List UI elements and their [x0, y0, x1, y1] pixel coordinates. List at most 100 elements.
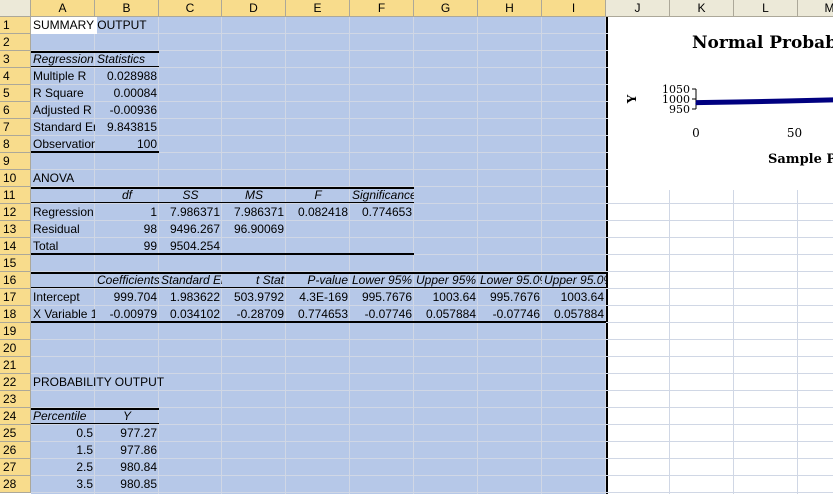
column-header-i[interactable]: I [542, 0, 606, 17]
anova-row-label[interactable]: Regression [31, 204, 95, 221]
table-border [31, 287, 606, 288]
column-header-j[interactable]: J [606, 0, 670, 17]
coef-cell[interactable]: 1003.64 [414, 289, 478, 306]
stat-label[interactable]: R Square [31, 85, 95, 102]
coef-cell[interactable]: 1003.64 [542, 289, 606, 306]
coef-cell[interactable]: 503.9792 [222, 289, 286, 306]
column-header-b[interactable]: B [95, 0, 159, 17]
row-header-2[interactable]: 2 [0, 34, 31, 51]
x-tick-label: 0 [692, 126, 700, 140]
column-gridline [349, 17, 350, 494]
stat-label[interactable]: Multiple R [31, 68, 95, 85]
column-gridline [285, 17, 286, 494]
anova-title[interactable]: ANOVA [31, 170, 95, 187]
stat-label[interactable]: Adjusted R Square [31, 102, 95, 119]
column-header-f[interactable]: F [350, 0, 414, 17]
anova-cell[interactable]: 7.986371 [159, 204, 222, 221]
coef-cell[interactable]: 1.983622 [159, 289, 222, 306]
anova-cell[interactable]: 9496.267 [159, 221, 222, 238]
row-header-16[interactable]: 16 [0, 272, 31, 289]
anova-cell[interactable]: 0.082418 [286, 204, 350, 221]
table-border [31, 51, 159, 53]
spreadsheet[interactable]: SUMMARY OUTPUT Regression Statistics Multi… [0, 0, 833, 494]
anova-cell[interactable]: 7.986371 [222, 204, 286, 221]
stat-value[interactable]: 0.00084 [95, 85, 159, 102]
table-border [31, 66, 159, 67]
percentile-value[interactable]: 1.5 [31, 442, 95, 459]
row-header-7[interactable]: 7 [0, 119, 31, 136]
table-border [31, 202, 414, 203]
anova-cell[interactable]: 0.774653 [350, 204, 414, 221]
column-gridline [605, 17, 606, 494]
y-value[interactable]: 980.85 [95, 476, 159, 493]
column-gridline [221, 17, 222, 494]
row-header-25[interactable]: 25 [0, 425, 31, 442]
row-header-18[interactable]: 18 [0, 306, 31, 323]
table-border [31, 423, 159, 424]
percentile-value[interactable]: 0.5 [31, 425, 95, 442]
row-header-11[interactable]: 11 [0, 187, 31, 204]
y-tick-label: 950 [669, 103, 690, 116]
percentile-value[interactable]: 3.5 [31, 476, 95, 493]
anova-cell[interactable]: 1 [95, 204, 159, 221]
stat-label[interactable]: Standard Error [31, 119, 95, 136]
x-tick-label: 50 [787, 126, 802, 140]
y-value[interactable]: 977.86 [95, 442, 159, 459]
percentile-value[interactable]: 2.5 [31, 459, 95, 476]
normal-probability-chart[interactable]: Normal Probability Plot Sample Percentil… [608, 17, 833, 190]
row-header-5[interactable]: 5 [0, 85, 31, 102]
y-value[interactable]: 977.27 [95, 425, 159, 442]
row-header-22[interactable]: 22 [0, 374, 31, 391]
row-header-24[interactable]: 24 [0, 408, 31, 425]
column-header-g[interactable]: G [414, 0, 478, 17]
row-header-28[interactable]: 28 [0, 476, 31, 493]
column-gridline [477, 17, 478, 494]
column-header-h[interactable]: H [478, 0, 542, 17]
row-header-14[interactable]: 14 [0, 238, 31, 255]
anova-cell[interactable]: 96.90069 [222, 221, 286, 238]
coef-cell[interactable]: 999.704 [95, 289, 159, 306]
column-gridline [541, 17, 542, 494]
anova-cell[interactable]: 98 [95, 221, 159, 238]
column-header-k[interactable]: K [670, 0, 734, 17]
stat-value[interactable]: 9.843815 [95, 119, 159, 136]
column-header-m[interactable]: M [798, 0, 833, 17]
summary-title[interactable]: SUMMARY OUTPUT [31, 17, 147, 34]
chart-y-axis-label: Y [625, 94, 639, 104]
row-header-1[interactable]: 1 [0, 17, 31, 34]
column-header-d[interactable]: D [222, 0, 286, 17]
row-header-20[interactable]: 20 [0, 340, 31, 357]
coef-cell[interactable]: 995.7676 [350, 289, 414, 306]
y-value[interactable]: 980.84 [95, 459, 159, 476]
row-header-17[interactable]: 17 [0, 289, 31, 306]
column-gridline [413, 17, 414, 494]
row-header-21[interactable]: 21 [0, 357, 31, 374]
row-header-12[interactable]: 12 [0, 204, 31, 221]
row-header-9[interactable]: 9 [0, 153, 31, 170]
row-header-4[interactable]: 4 [0, 68, 31, 85]
table-border [31, 253, 414, 255]
coef-cell[interactable]: 995.7676 [478, 289, 542, 306]
row-header-10[interactable]: 10 [0, 170, 31, 187]
table-border [31, 151, 159, 153]
row-header-23[interactable]: 23 [0, 391, 31, 408]
select-all-corner[interactable] [0, 0, 31, 17]
stat-value[interactable]: -0.00936 [95, 102, 159, 119]
probability-title[interactable]: PROBABILITY OUTPUT [31, 374, 223, 391]
row-header-13[interactable]: 13 [0, 221, 31, 238]
row-header-3[interactable]: 3 [0, 51, 31, 68]
row-header-26[interactable]: 26 [0, 442, 31, 459]
coef-row-label[interactable]: Intercept [31, 289, 95, 306]
row-header-8[interactable]: 8 [0, 136, 31, 153]
anova-row-label[interactable]: Residual [31, 221, 95, 238]
column-header-c[interactable]: C [159, 0, 222, 17]
row-header-19[interactable]: 19 [0, 323, 31, 340]
row-header-6[interactable]: 6 [0, 102, 31, 119]
row-header-27[interactable]: 27 [0, 459, 31, 476]
stat-value[interactable]: 0.028988 [95, 68, 159, 85]
column-header-e[interactable]: E [286, 0, 350, 17]
column-header-l[interactable]: L [734, 0, 798, 17]
row-header-15[interactable]: 15 [0, 255, 31, 272]
coef-cell[interactable]: 4.3E-169 [286, 289, 350, 306]
column-header-a[interactable]: A [31, 0, 95, 17]
